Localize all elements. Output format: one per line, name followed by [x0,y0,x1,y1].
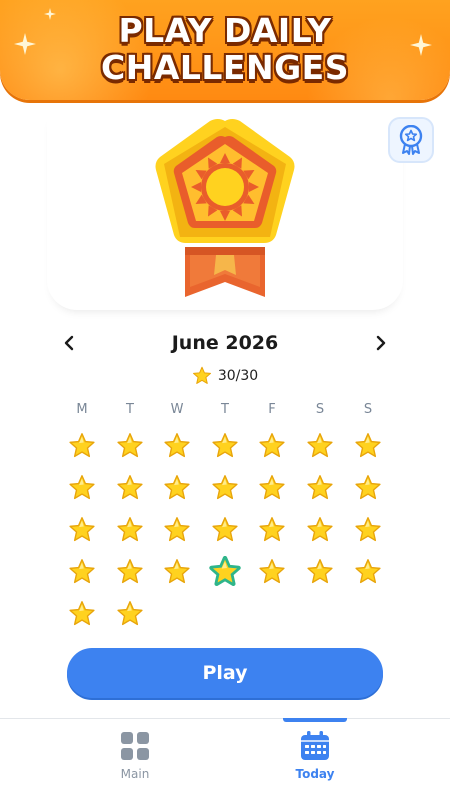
weekday-label: S [363,402,373,417]
star-icon [192,366,211,384]
weekday-label: T [221,402,229,417]
day-star[interactable] [354,558,382,586]
day-star[interactable] [68,474,96,502]
day-star[interactable] [163,558,191,586]
weekday-label: W [170,402,184,417]
month-navigator: June 2026 [56,330,394,356]
day-star[interactable] [116,432,144,460]
title-line-1: PLAY DAILY [118,11,332,50]
day-star-selected[interactable] [209,556,241,588]
page-title: PLAY DAILY CHALLENGES [0,12,450,86]
day-star[interactable] [306,558,334,586]
day-star[interactable] [116,558,144,586]
day-star[interactable] [163,474,191,502]
day-star[interactable] [258,474,286,502]
day-star[interactable] [211,432,239,460]
day-star[interactable] [258,516,286,544]
chevron-right-icon [376,335,386,351]
day-star[interactable] [116,600,144,628]
day-star[interactable] [116,516,144,544]
day-star[interactable] [68,558,96,586]
nav-today-label: Today [295,767,335,781]
award-ribbon-icon [399,125,423,155]
day-star[interactable] [354,516,382,544]
day-star[interactable] [306,432,334,460]
play-button[interactable]: Play [67,648,383,698]
nav-today[interactable]: Today [225,718,450,800]
calendar-icon [301,731,329,760]
day-star[interactable] [354,432,382,460]
day-star[interactable] [68,432,96,460]
weekday-label: S [315,402,325,417]
day-star[interactable] [258,432,286,460]
achievements-button[interactable] [388,117,434,163]
weekday-header: M T W T F S S [58,402,392,420]
nav-main[interactable]: Main [0,719,225,800]
day-star[interactable] [306,474,334,502]
header-banner: PLAY DAILY CHALLENGES [0,0,450,100]
nav-main-label: Main [120,767,150,781]
day-star[interactable] [68,600,96,628]
day-star[interactable] [116,474,144,502]
score-text: 30/30 [217,368,259,384]
day-star[interactable] [163,516,191,544]
title-line-2: CHALLENGES [101,48,349,87]
day-star[interactable] [211,474,239,502]
grid-icon [121,732,149,760]
day-star[interactable] [306,516,334,544]
day-star[interactable] [258,558,286,586]
active-tab-indicator [283,718,347,722]
day-star[interactable] [211,516,239,544]
month-title: June 2026 [171,332,279,354]
weekday-label: T [126,402,134,417]
day-star[interactable] [68,516,96,544]
sun-medal-icon [155,119,295,297]
next-month-button[interactable] [368,330,394,356]
day-star[interactable] [354,474,382,502]
weekday-label: M [76,402,88,417]
bottom-nav: Main Today [0,718,450,800]
play-button-label: Play [202,662,248,684]
day-star[interactable] [163,432,191,460]
weekday-label: F [268,402,276,417]
stars-score: 30/30 [0,364,450,388]
